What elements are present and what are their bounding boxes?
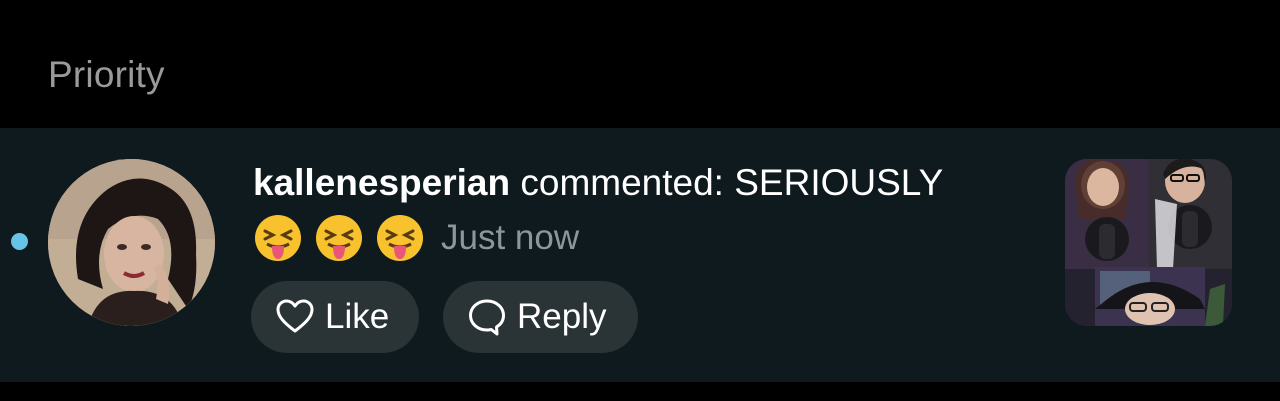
avatar[interactable] (48, 159, 215, 326)
notification-content: kallenesperian commented: SERIOUSLY Just… (253, 162, 1043, 265)
speech-bubble-outline-icon (469, 299, 505, 336)
comment-line-2: Just now (253, 211, 1043, 265)
bottom-divider (0, 382, 1280, 401)
post-thumbnail[interactable] (1065, 159, 1232, 326)
section-title: Priority (48, 54, 165, 95)
reply-label: Reply (517, 297, 607, 336)
username-link[interactable]: kallenesperian (253, 162, 510, 203)
comment-text: commented: SERIOUSLY (510, 162, 944, 203)
like-button[interactable]: Like (251, 281, 419, 353)
section-header: Priority (0, 0, 1280, 128)
reply-button[interactable]: Reply (443, 281, 638, 353)
squinting-face-with-tongue-icon (377, 215, 423, 261)
avatar-image (48, 159, 215, 326)
unread-dot (11, 233, 28, 250)
notification-row[interactable]: kallenesperian commented: SERIOUSLY Just… (0, 128, 1280, 382)
timestamp: Just now (441, 218, 580, 257)
like-label: Like (325, 297, 390, 336)
notification-actions: Like Reply (251, 281, 662, 353)
squinting-face-with-tongue-icon (316, 215, 362, 261)
post-thumbnail-image (1065, 159, 1232, 326)
notification-message: kallenesperian commented: SERIOUSLY (253, 162, 1043, 204)
heart-outline-icon (276, 299, 314, 333)
squinting-face-with-tongue-icon (255, 215, 301, 261)
